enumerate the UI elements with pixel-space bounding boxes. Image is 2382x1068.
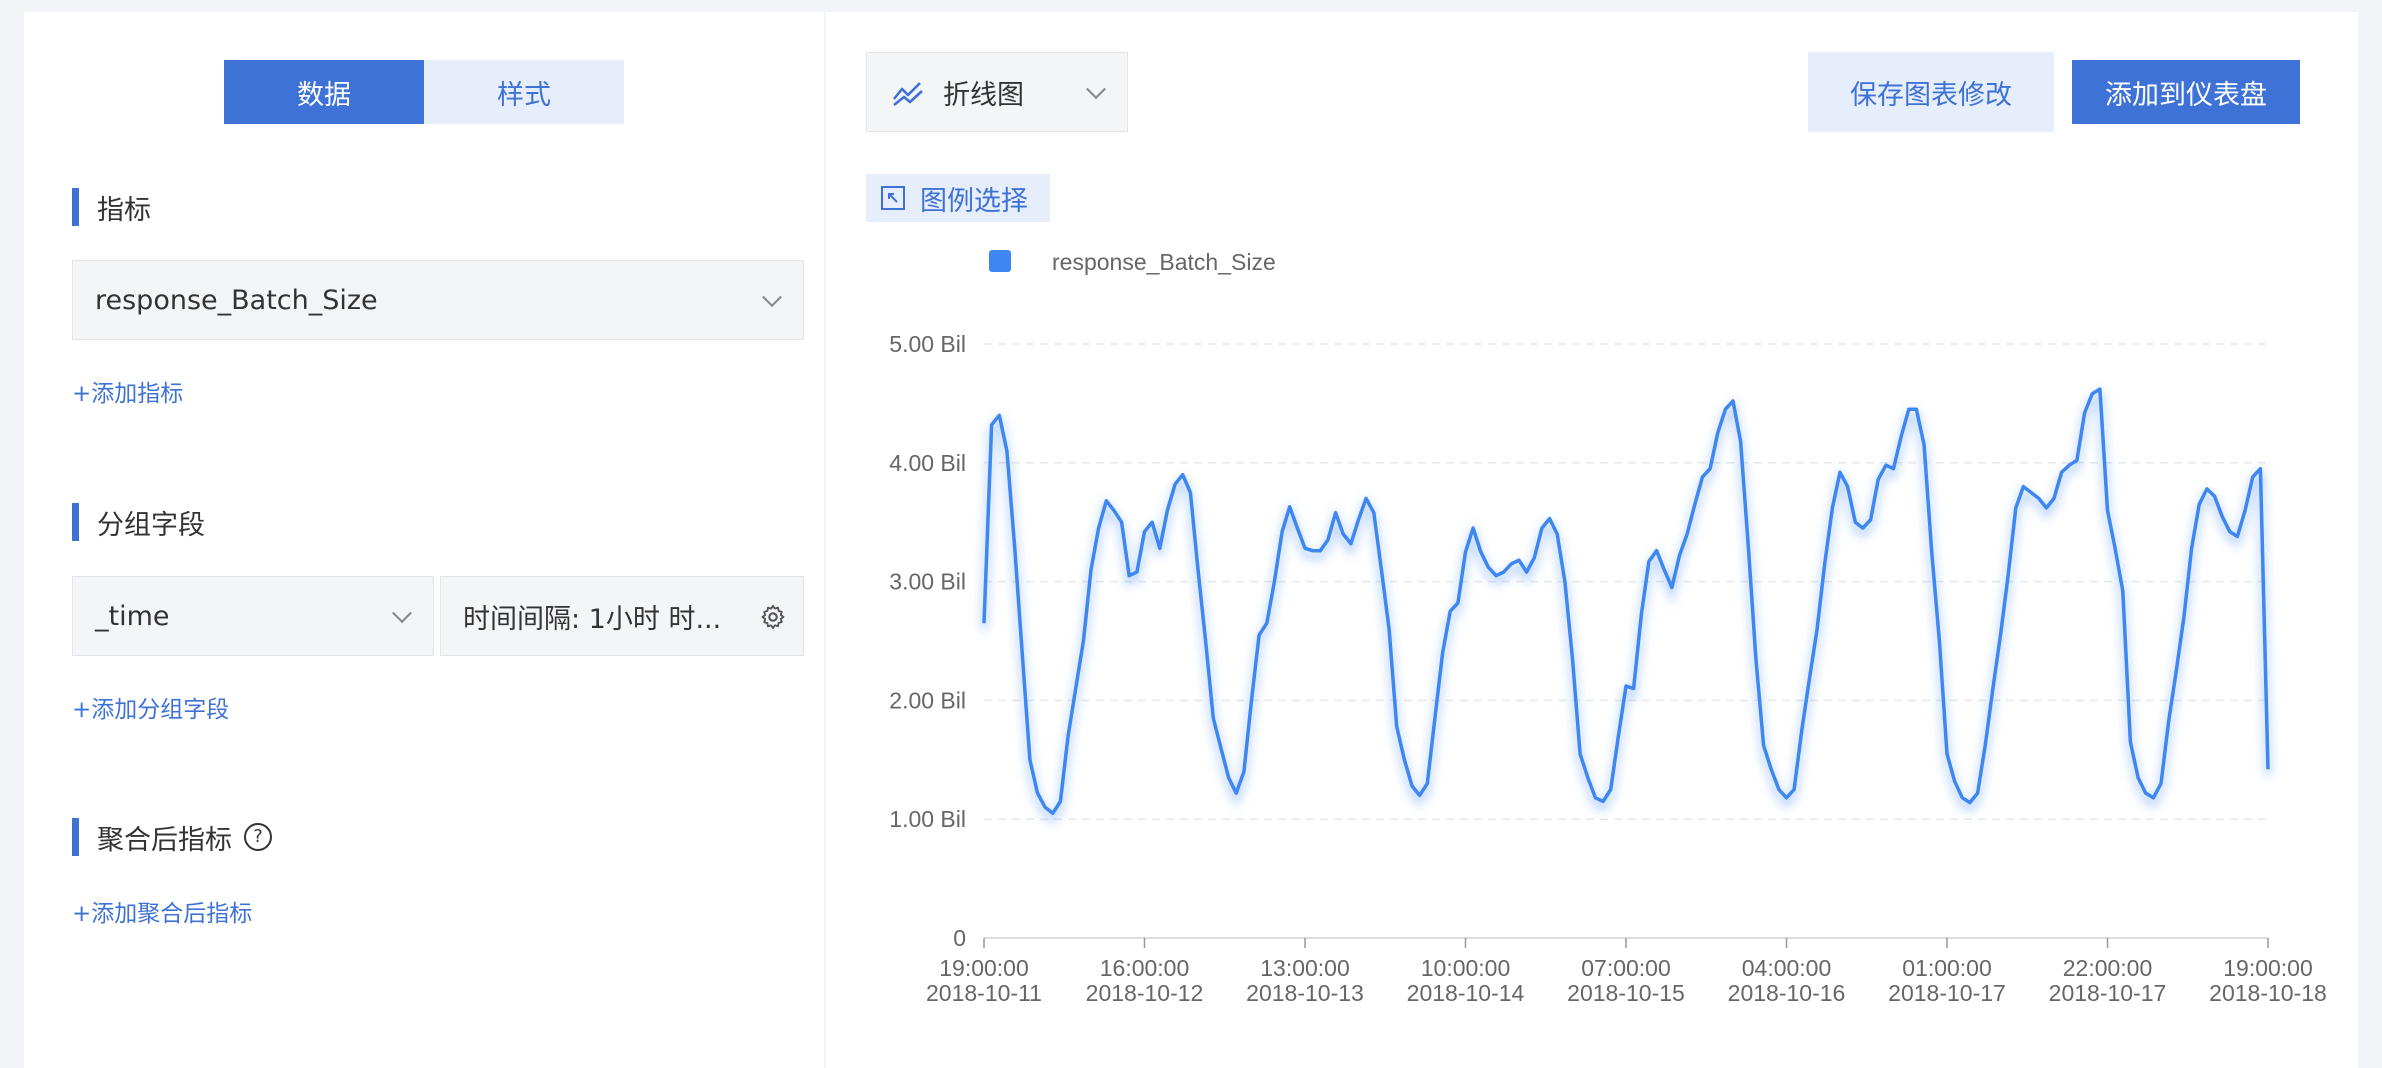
x-tick-label: 2018-10-17 — [1888, 980, 2006, 1006]
x-tick-label: 10:00:00 — [1421, 955, 1511, 981]
y-tick-label: 0 — [953, 925, 966, 951]
chart-legend[interactable]: response_Batch_Size — [989, 249, 1276, 275]
y-tick-label: 2.00 Bil — [889, 687, 966, 713]
section-marker — [72, 818, 79, 856]
x-tick-label: 2018-10-18 — [2209, 980, 2327, 1006]
agg-title: 聚合后指标 — [97, 824, 232, 856]
y-tick-label: 5.00 Bil — [889, 331, 966, 357]
x-tick-label: 2018-10-17 — [2049, 980, 2167, 1006]
chart-panel: 折线图 保存图表修改 添加到仪表盘 图例选择 response_Batch_Si… — [826, 12, 2358, 1068]
x-tick-label: 2018-10-16 — [1728, 980, 1846, 1006]
gear-icon[interactable] — [759, 603, 787, 631]
x-tick-label: 19:00:00 — [939, 955, 1029, 981]
x-tick-label: 22:00:00 — [2063, 955, 2153, 981]
group-field-value: _time — [95, 600, 170, 632]
x-tick-label: 2018-10-15 — [1567, 980, 1685, 1006]
x-tick-label: 16:00:00 — [1100, 955, 1190, 981]
agg-section-title: 聚合后指标 ? — [72, 817, 272, 857]
x-tick-label: 2018-10-14 — [1407, 980, 1525, 1006]
add-metric-link[interactable]: +添加指标 — [72, 374, 183, 408]
metrics-section-title: 指标 — [72, 187, 151, 227]
chevron-down-icon — [392, 603, 412, 624]
legend-label: response_Batch_Size — [1052, 249, 1276, 275]
metric-select[interactable]: response_Batch_Size — [72, 260, 804, 340]
x-tick-label: 04:00:00 — [1742, 955, 1832, 981]
metric-select-value: response_Batch_Size — [95, 284, 378, 316]
group-title: 分组字段 — [97, 509, 205, 541]
line-chart: response_Batch_Size 0 1.00 Bil 2.00 Bil 3.0… — [889, 249, 2327, 1006]
chevron-down-icon — [762, 287, 782, 308]
tab-style[interactable]: 样式 — [424, 60, 624, 124]
y-tick-label: 4.00 Bil — [889, 450, 966, 476]
x-tick-label: 2018-10-13 — [1246, 980, 1364, 1006]
x-tick-label: 07:00:00 — [1581, 955, 1671, 981]
tab-data[interactable]: 数据 — [224, 60, 424, 124]
add-agg-metric-link[interactable]: +添加聚合后指标 — [72, 894, 252, 928]
section-marker — [72, 503, 79, 541]
y-tick-label: 1.00 Bil — [889, 806, 966, 832]
time-interval-field[interactable]: 时间间隔: 1小时 时... — [440, 576, 804, 656]
section-marker — [72, 188, 79, 226]
help-icon[interactable]: ? — [244, 823, 272, 851]
add-group-field-link[interactable]: +添加分组字段 — [72, 690, 229, 724]
x-tick-label: 2018-10-11 — [926, 980, 1042, 1006]
legend-swatch — [989, 250, 1011, 272]
x-tick-label: 01:00:00 — [1902, 955, 1992, 981]
time-interval-value: 时间间隔: 1小时 时... — [463, 603, 722, 635]
x-tick-label: 13:00:00 — [1260, 955, 1350, 981]
series-line[interactable] — [982, 387, 2270, 816]
metrics-title: 指标 — [97, 194, 151, 226]
y-tick-label: 3.00 Bil — [889, 569, 966, 595]
x-tick-label: 19:00:00 — [2223, 955, 2313, 981]
x-tick-label: 2018-10-12 — [1086, 980, 1204, 1006]
config-panel: 数据 样式 指标 response_Batch_Size +添加指标 分组字段 … — [24, 12, 824, 1068]
group-section-title: 分组字段 — [72, 502, 205, 542]
group-field-select[interactable]: _time — [72, 576, 434, 656]
